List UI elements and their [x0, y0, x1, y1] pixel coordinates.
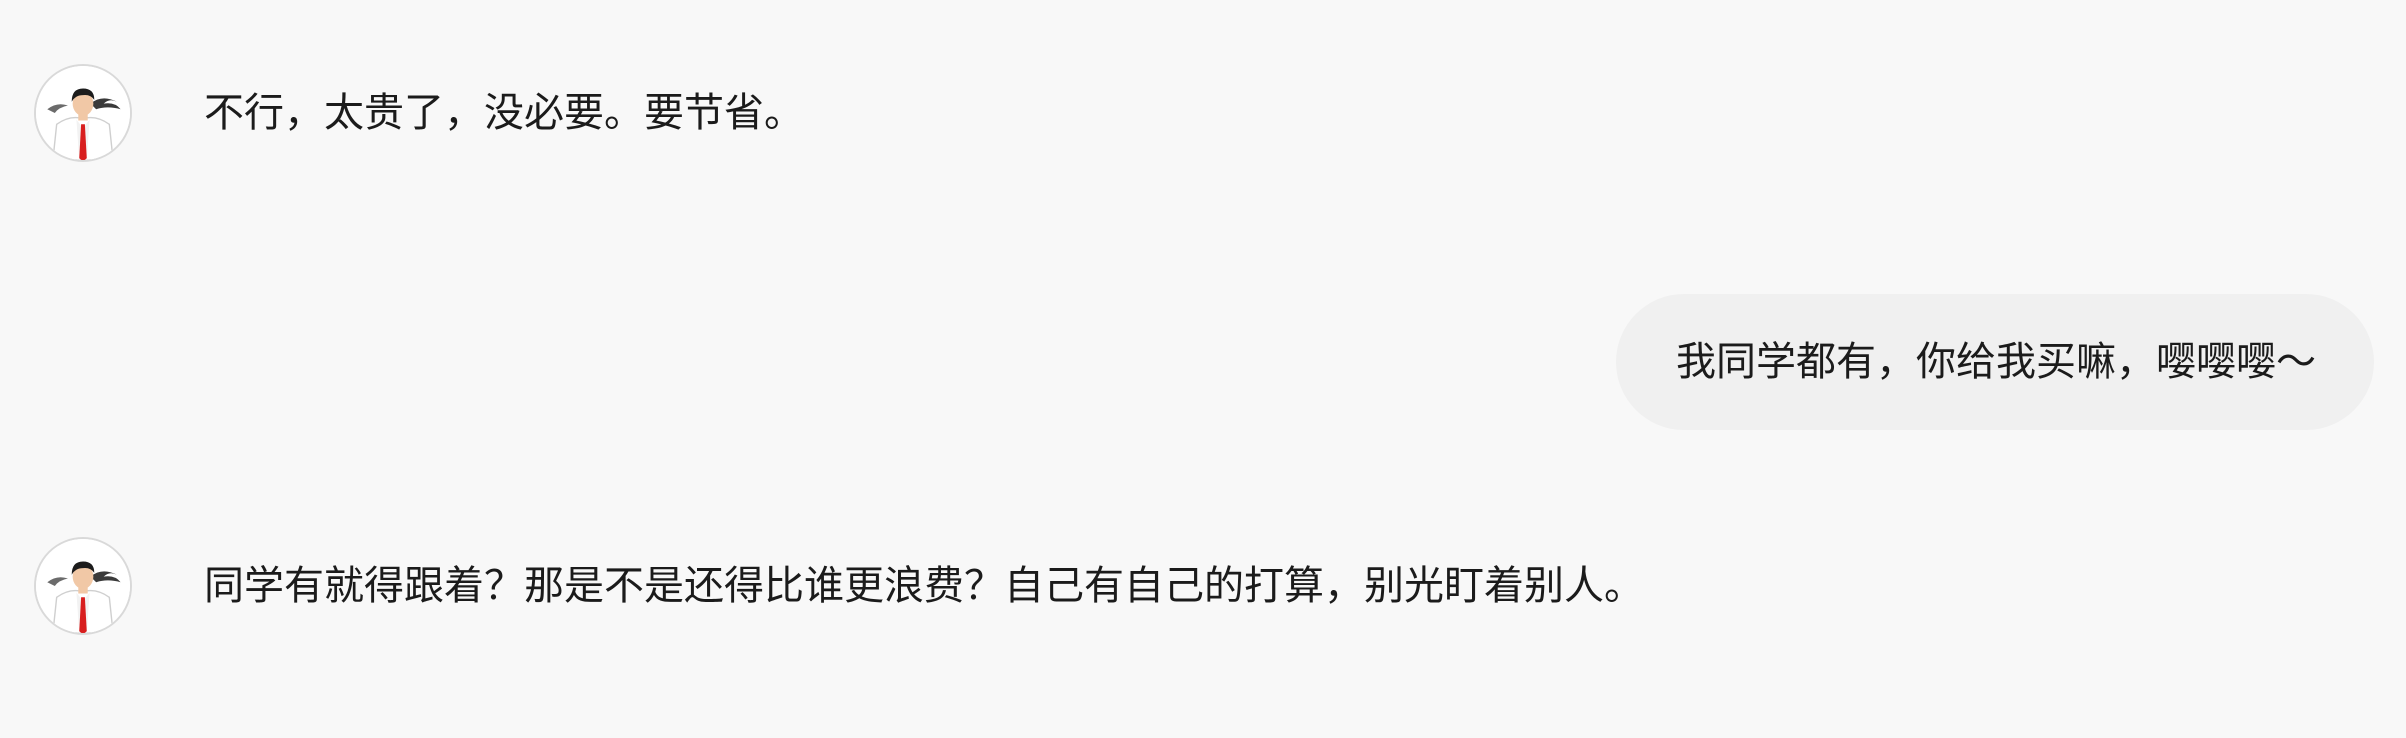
chat-conversation: 不行，太贵了，没必要。要节省。 我同学都有，你给我买嘛，嘤嘤嘤～ 同学有就得跟着…	[0, 0, 2406, 738]
user-message-bubble: 我同学都有，你给我买嘛，嘤嘤嘤～	[1616, 294, 2374, 430]
assistant-message: 同学有就得跟着？那是不是还得比谁更浪费？自己有自己的打算，别光盯着别人。	[0, 537, 2406, 637]
user-message: 我同学都有，你给我买嘛，嘤嘤嘤～	[0, 294, 2406, 434]
message-text: 同学有就得跟着？那是不是还得比谁更浪费？自己有自己的打算，别光盯着别人。	[204, 563, 1644, 609]
message-text: 不行，太贵了，没必要。要节省。	[204, 90, 804, 136]
assistant-avatar[interactable]	[34, 537, 132, 635]
message-text: 我同学都有，你给我买嘛，嘤嘤嘤～	[1676, 339, 2316, 385]
man-in-suit-avatar-icon	[36, 66, 130, 160]
man-in-suit-avatar-icon	[36, 539, 130, 633]
assistant-avatar[interactable]	[34, 64, 132, 162]
assistant-message: 不行，太贵了，没必要。要节省。	[0, 64, 2406, 164]
